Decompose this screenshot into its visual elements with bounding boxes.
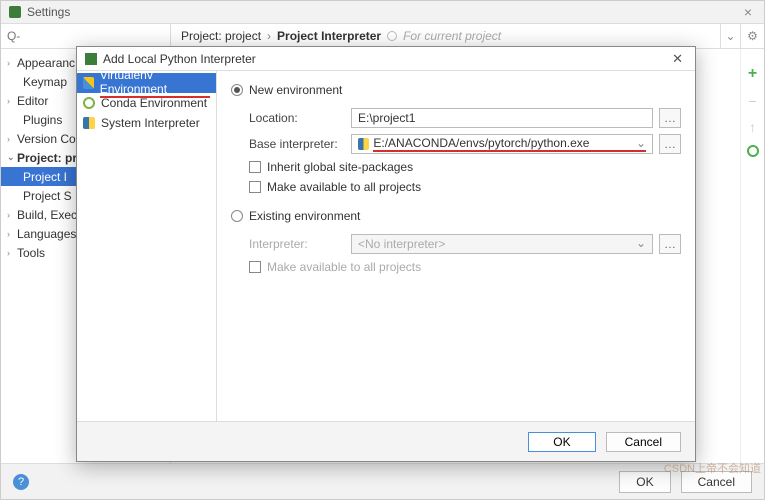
bottom-bar: ? OK Cancel [1,463,764,499]
minus-icon[interactable]: − [748,93,756,109]
dialog-app-icon [85,53,97,65]
radio-unchecked-icon [231,210,243,222]
breadcrumb-current: Project Interpreter [277,29,381,43]
dialog-cancel-button[interactable]: Cancel [606,432,681,452]
search-input[interactable] [1,24,171,48]
virtualenv-option[interactable]: Virtualenv Environment [77,73,216,93]
location-input[interactable]: E:\project1 [351,108,653,128]
python-icon [83,117,95,129]
interpreter-browse-button: … [659,234,681,254]
breadcrumb: Project: project › Project Interpreter F… [171,24,511,48]
dialog-title: Add Local Python Interpreter [103,52,256,66]
interpreter-label: Interpreter: [249,237,345,251]
conda-option[interactable]: Conda Environment [77,93,216,113]
add-icon[interactable]: + [748,65,757,83]
breadcrumb-hint: For current project [403,29,501,43]
dialog-footer: OK Cancel [77,421,695,461]
dialog-ok-button[interactable]: OK [528,432,595,452]
location-label: Location: [249,111,345,125]
base-interpreter-label: Base interpreter: [249,137,345,151]
interpreter-form: New environment Location: E:\project1 … … [217,71,695,421]
interpreter-type-list: Virtualenv Environment Conda Environment… [77,71,217,421]
project-hint-icon [387,31,397,41]
app-icon [9,6,21,18]
conda-icon [83,97,95,109]
radio-checked-icon [231,84,243,96]
watermark: CSDN上帝不会知道 [664,460,761,476]
location-browse-button[interactable]: … [659,108,681,128]
close-icon[interactable]: × [740,4,756,20]
python-file-icon [358,138,369,150]
refresh-icon[interactable] [747,145,759,157]
make-available-checkbox-row[interactable]: Make available to all projects [249,177,681,197]
new-environment-radio[interactable]: New environment [231,79,681,101]
base-browse-button[interactable]: … [659,134,681,154]
window-title: Settings [27,5,70,19]
interpreter-combo: <No interpreter> [351,234,653,254]
inherit-checkbox-row[interactable]: Inherit global site-packages [249,157,681,177]
add-interpreter-dialog: Add Local Python Interpreter ✕ Virtualen… [76,46,696,462]
right-gutter: + − ↑ [740,49,764,463]
checkbox-icon [249,261,261,273]
interpreter-dropdown[interactable]: ⌄ [720,24,740,48]
virtualenv-icon [83,77,94,89]
titlebar: Settings × [1,1,764,23]
gear-icon[interactable]: ⚙ [740,24,764,48]
make-available-checkbox-row-2: Make available to all projects [249,257,681,277]
base-interpreter-combo[interactable]: E:/ANACONDA/envs/pytorch/python.exe [351,134,653,154]
breadcrumb-root: Project: project [181,29,261,43]
checkbox-icon [249,181,261,193]
checkbox-icon [249,161,261,173]
up-arrow-icon[interactable]: ↑ [749,119,756,135]
existing-environment-radio[interactable]: Existing environment [231,205,681,227]
chevron-right-icon: › [267,29,271,43]
system-interpreter-option[interactable]: System Interpreter [77,113,216,133]
dialog-close-icon[interactable]: ✕ [668,51,687,67]
help-icon[interactable]: ? [13,474,29,490]
